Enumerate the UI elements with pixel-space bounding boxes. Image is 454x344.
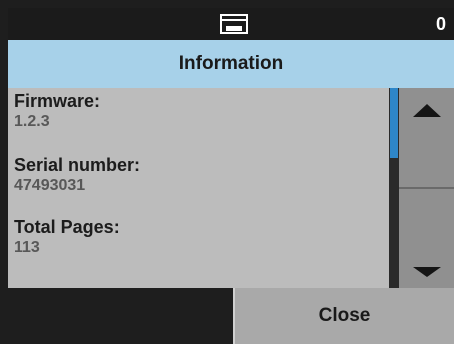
page-title: Information — [178, 53, 284, 74]
footer-spacer — [8, 288, 233, 344]
page-count: 0 — [435, 14, 446, 34]
info-label: Firmware: — [14, 91, 101, 111]
info-value: 47493031 — [14, 177, 86, 194]
info-label: Total Pages: — [14, 217, 120, 237]
scroll-down-button[interactable] — [399, 189, 454, 288]
scrollbar-thumb[interactable] — [390, 88, 398, 158]
info-item-serial-number: Serial number: 47493031 — [14, 154, 140, 196]
arrow-up-icon — [413, 104, 441, 117]
info-item-firmware: Firmware: 1.2.3 — [14, 90, 100, 132]
scanner-icon — [220, 14, 248, 34]
header: Information — [8, 40, 454, 88]
info-panel: Firmware: 1.2.3 Serial number: 47493031 … — [8, 88, 389, 288]
arrow-down-icon — [413, 267, 441, 277]
info-value: 1.2.3 — [14, 113, 50, 130]
close-button[interactable]: Close — [233, 288, 454, 344]
scroll-up-button[interactable] — [399, 88, 454, 187]
info-label: Serial number: — [14, 155, 141, 175]
info-value: 113 — [14, 239, 40, 256]
status-bar: 0 — [8, 8, 454, 40]
info-item-total-pages: Total Pages: 113 — [14, 216, 120, 258]
scrollbar-track[interactable] — [389, 88, 399, 288]
